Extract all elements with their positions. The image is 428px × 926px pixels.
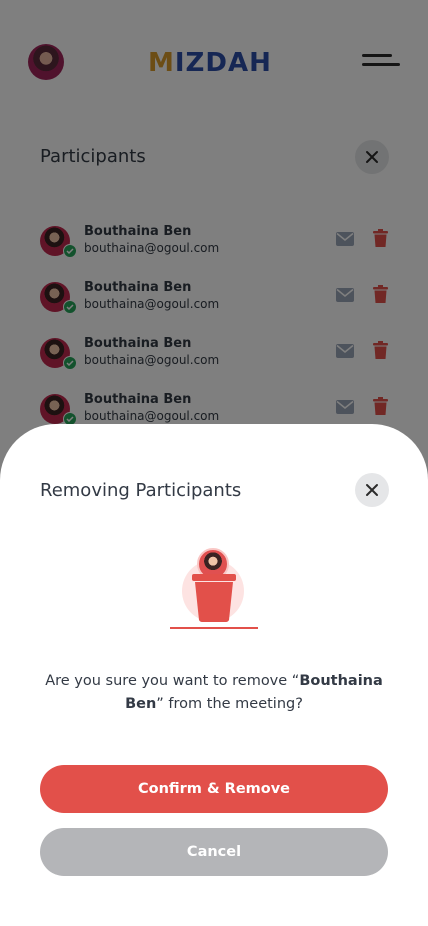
message-suffix: ” from the meeting? [156, 696, 303, 712]
cancel-button[interactable]: Cancel [40, 828, 388, 876]
close-icon [366, 484, 378, 496]
remove-participant-sheet: Removing Participants Are you sure you w… [0, 424, 428, 926]
illustration-baseline [170, 627, 258, 629]
remove-sheet-close-button[interactable] [355, 473, 389, 507]
trash-bin-icon [192, 574, 236, 622]
remove-user-illustration [170, 546, 258, 630]
confirm-remove-button[interactable]: Confirm & Remove [40, 765, 388, 813]
message-prefix: Are you sure you want to remove “ [45, 673, 300, 689]
remove-sheet-title: Removing Participants [40, 480, 242, 501]
remove-confirmation-message: Are you sure you want to remove “Bouthai… [30, 670, 398, 716]
